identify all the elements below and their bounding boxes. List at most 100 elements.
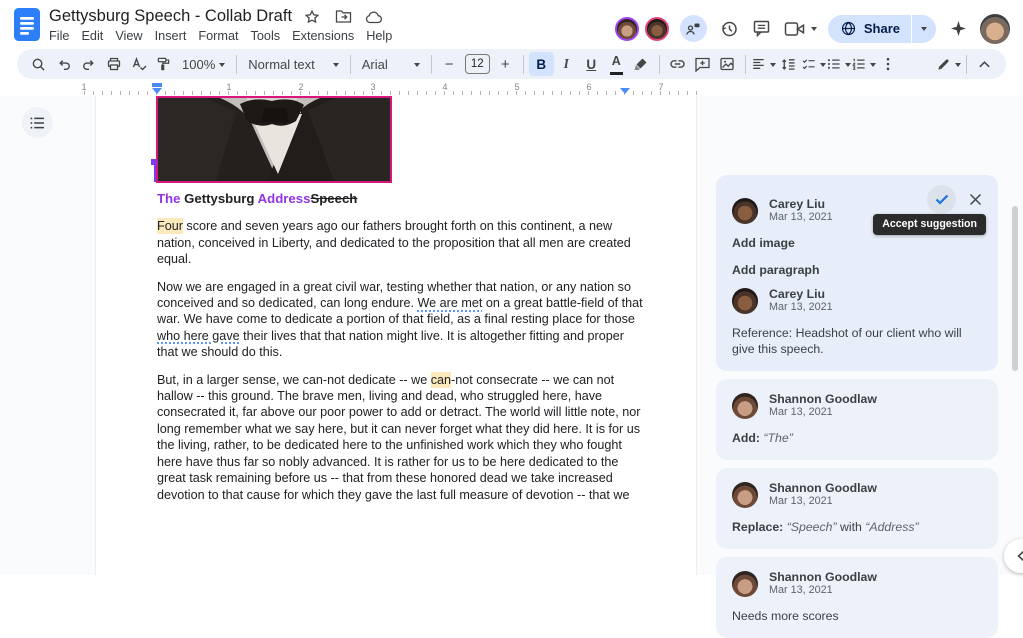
- toolbar-divider: [522, 54, 524, 74]
- menu-edit[interactable]: Edit: [75, 28, 109, 44]
- version-history-icon[interactable]: [718, 18, 740, 40]
- star-icon[interactable]: [301, 6, 323, 28]
- text-line: here have thus far so nobly advanced. It…: [157, 454, 639, 470]
- account-avatar[interactable]: [980, 13, 1010, 44]
- editing-mode-select[interactable]: [936, 52, 961, 76]
- font-size-input[interactable]: 12: [464, 54, 490, 74]
- comment-header: Shannon Goodlaw Mar 13, 2021: [732, 481, 982, 508]
- comment-card[interactable]: Accept suggestion Carey Liu Mar 13, 2021 Ad…: [716, 175, 998, 371]
- collaborator-avatar[interactable]: [644, 16, 669, 41]
- italic-button[interactable]: I: [554, 52, 579, 76]
- comment-text-segment: Add paragraph: [732, 263, 820, 277]
- text-segment: devotion to that cause for which they ga…: [157, 487, 630, 502]
- menu-tools[interactable]: Tools: [245, 28, 287, 44]
- numbered-list-select[interactable]: [851, 52, 876, 76]
- share-button[interactable]: Share: [828, 15, 911, 43]
- paragraph-3: But, in a larger sense, we can-not dedic…: [157, 371, 641, 503]
- commenter-name: Shannon Goodlaw: [769, 481, 877, 495]
- more-options-icon[interactable]: [876, 52, 901, 76]
- underline-button[interactable]: U: [579, 52, 604, 76]
- zoom-select[interactable]: 100%: [176, 52, 231, 76]
- text-segment: that we should do this.: [157, 345, 283, 360]
- suggestion-caret: [154, 163, 156, 182]
- print-icon[interactable]: [101, 52, 126, 76]
- menu-file[interactable]: File: [43, 28, 75, 44]
- redo-icon[interactable]: [76, 52, 101, 76]
- decrease-font-size-button[interactable]: −: [437, 52, 462, 76]
- comment-text: Add image: [732, 235, 982, 251]
- increase-font-size-button[interactable]: +: [493, 52, 518, 76]
- text-line: war. We have come to dedicate a portion …: [157, 311, 639, 327]
- heading-segment: The: [157, 191, 181, 206]
- text-line: that we should do this.: [157, 344, 639, 360]
- document-outline-button[interactable]: [22, 107, 53, 138]
- text-segment: their lives that that nation might live.…: [239, 328, 624, 343]
- commenter-avatar: [732, 481, 758, 508]
- undo-icon[interactable]: [51, 52, 76, 76]
- commenter-name: Carey Liu: [769, 287, 826, 301]
- join-call-chip[interactable]: [679, 15, 707, 42]
- comment-card[interactable]: Shannon Goodlaw Mar 13, 2021 Needs more sc…: [716, 557, 998, 638]
- bold-button[interactable]: B: [528, 52, 554, 76]
- toolbar-divider: [349, 54, 351, 74]
- text-segment: the living, rather, to be dedicated here…: [157, 438, 622, 453]
- menu-help[interactable]: Help: [360, 28, 398, 44]
- document-text[interactable]: The Gettysburg AddressSpeech Four score a…: [157, 191, 643, 514]
- menu-extensions[interactable]: Extensions: [286, 28, 360, 44]
- comment-text-segment: Reference: Headshot of our client who wi…: [732, 326, 962, 356]
- spell-check-icon[interactable]: [126, 52, 151, 76]
- comment-text: Replace: “Speech” with “Address”: [732, 519, 982, 535]
- first-line-indent-marker[interactable]: [152, 83, 162, 87]
- line-spacing-icon[interactable]: [776, 52, 801, 76]
- collaborator-avatar[interactable]: [614, 16, 639, 41]
- text-color-button[interactable]: A: [604, 52, 629, 76]
- menu-insert[interactable]: Insert: [149, 28, 193, 44]
- align-select[interactable]: [751, 52, 776, 76]
- commenter-meta: Shannon Goodlaw Mar 13, 2021: [769, 392, 877, 419]
- move-folder-icon[interactable]: [332, 6, 354, 28]
- document-title[interactable]: Gettysburg Speech - Collab Draft: [49, 7, 292, 26]
- reject-suggestion-button[interactable]: [964, 189, 986, 211]
- panel-scrollbar[interactable]: [1012, 206, 1018, 371]
- suggested-inline-image[interactable]: [156, 96, 392, 183]
- comments-icon[interactable]: [751, 18, 773, 40]
- comment-header: Carey Liu Mar 13, 2021: [732, 287, 982, 314]
- text-line: Now we are engaged in a great civil war,…: [157, 279, 639, 295]
- collapse-toolbar-icon[interactable]: [972, 52, 997, 76]
- document-page[interactable]: The Gettysburg AddressSpeech Four score a…: [95, 96, 697, 575]
- text-segment: long remember what we say here, but it c…: [157, 421, 641, 436]
- add-comment-icon[interactable]: [690, 52, 715, 76]
- comment-header: Shannon Goodlaw Mar 13, 2021: [732, 392, 982, 419]
- suggestion-actions: [927, 185, 986, 214]
- meet-dropdown-caret[interactable]: [810, 27, 817, 34]
- paint-format-icon[interactable]: [151, 52, 176, 76]
- bulleted-list-select[interactable]: [826, 52, 851, 76]
- paragraph-style-select[interactable]: Normal text: [242, 52, 344, 76]
- toolbar-divider: [658, 54, 660, 74]
- checklist-select[interactable]: [801, 52, 826, 76]
- text-line: nation, conceived in Liberty, and dedica…: [157, 235, 639, 251]
- heading-segment: Gettysburg: [184, 191, 258, 206]
- share-dropdown[interactable]: [912, 15, 936, 43]
- menu-view[interactable]: View: [109, 28, 148, 44]
- horizontal-ruler[interactable]: 1 1 2 3 4 5 6 7: [0, 82, 702, 96]
- text-segment: score and seven years ago our fathers br…: [182, 219, 613, 234]
- accept-suggestion-button[interactable]: [927, 185, 956, 214]
- insert-link-icon[interactable]: [665, 52, 690, 76]
- comment-card[interactable]: Shannon Goodlaw Mar 13, 2021 Add: “The”: [716, 379, 998, 460]
- text-line: the living, rather, to be dedicated here…: [157, 437, 639, 453]
- ruler-number: 1: [81, 82, 87, 92]
- commenter-avatar: [732, 570, 758, 597]
- meet-video-button[interactable]: [784, 21, 817, 37]
- share-button-group: Share: [827, 14, 936, 43]
- gemini-sparkle-icon[interactable]: [947, 18, 969, 40]
- ruler-ticks: [84, 91, 697, 95]
- insert-image-icon[interactable]: [715, 52, 740, 76]
- font-family-select[interactable]: Arial: [356, 52, 426, 76]
- docs-logo-icon[interactable]: [14, 8, 40, 41]
- comment-card[interactable]: Shannon Goodlaw Mar 13, 2021 Replace: “Spe…: [716, 468, 998, 549]
- highlight-color-icon[interactable]: [629, 52, 654, 76]
- menu-format[interactable]: Format: [192, 28, 244, 44]
- search-menus-icon[interactable]: [26, 52, 51, 76]
- cloud-saved-icon[interactable]: [363, 6, 385, 28]
